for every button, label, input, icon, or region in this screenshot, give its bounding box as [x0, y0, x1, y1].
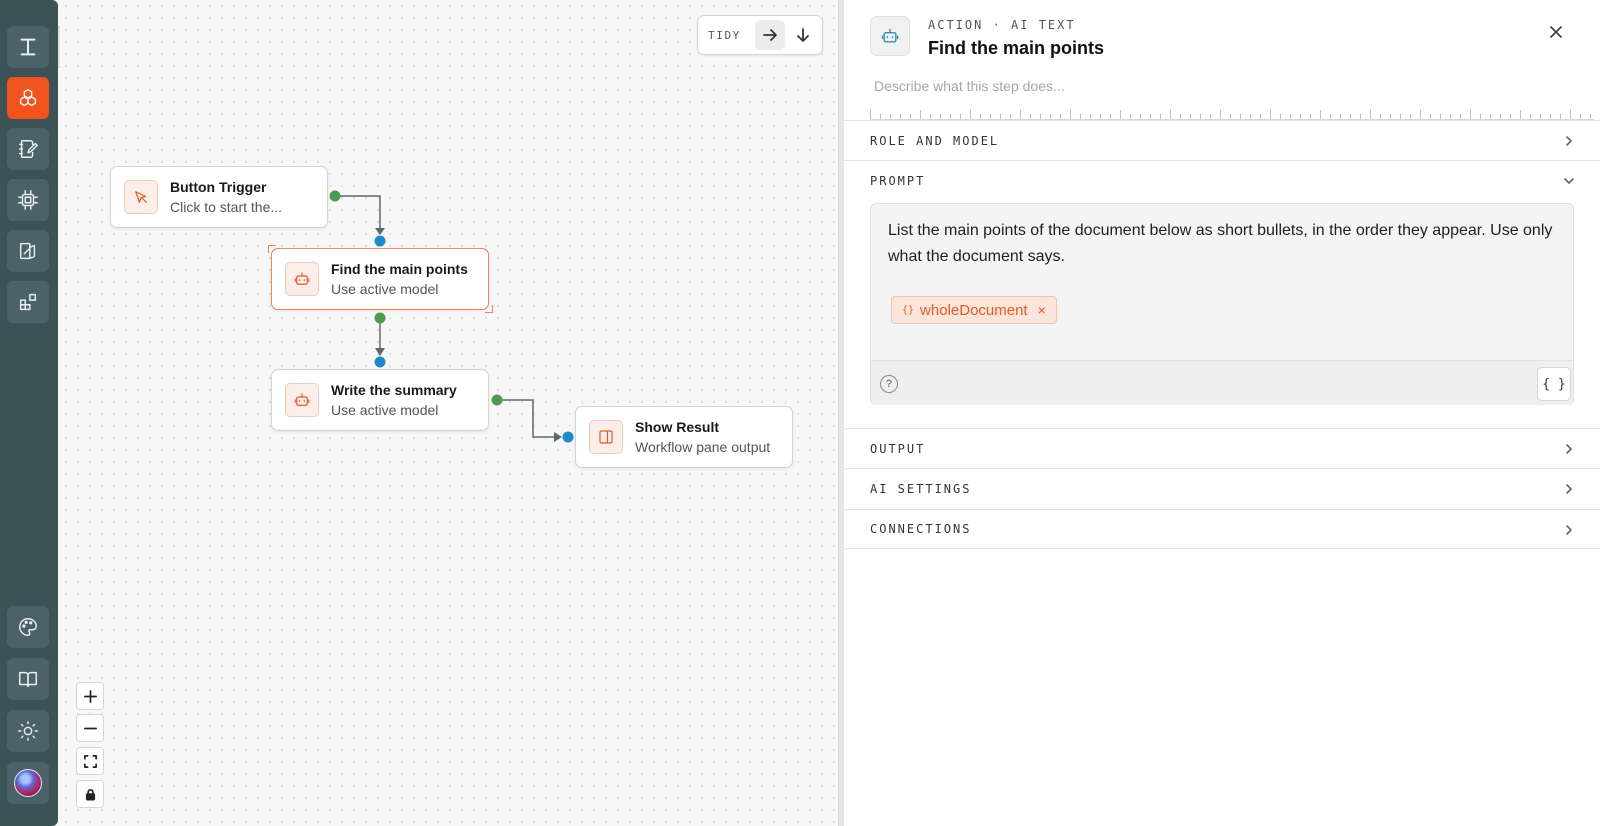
step-type-label: ACTION · AI TEXT [928, 18, 1076, 32]
robot-icon [294, 393, 310, 406]
minus-icon [83, 727, 97, 729]
selection-corner-bottom-right [485, 305, 493, 313]
extensions-blocks-icon [19, 293, 37, 311]
rail-notebook-button[interactable] [7, 128, 49, 170]
ruler-decoration [870, 110, 1594, 120]
node-write-summary[interactable]: Write the summary Use active model [271, 369, 489, 431]
robot-icon [881, 28, 899, 43]
variable-chip[interactable]: {} wholeDocument × [891, 296, 1057, 324]
step-details-panel: ACTION · AI TEXT Find the main points RO… [844, 0, 1600, 826]
text-cursor-logo-icon [20, 38, 36, 56]
robot-icon [294, 272, 310, 285]
workflow-app: TIDY Button Trigger Click to start the..… [0, 0, 1600, 826]
node-find-main-points[interactable]: Find the main points Use active model [271, 248, 489, 310]
section-prompt[interactable]: PROMPT [844, 160, 1600, 200]
step-description-input[interactable] [874, 75, 1554, 97]
tidy-vertical-button[interactable] [788, 20, 818, 50]
app-logo-button[interactable] [7, 26, 49, 68]
chevron-right-icon [1562, 442, 1576, 456]
side-panel-icon [599, 430, 613, 444]
user-avatar-button[interactable] [7, 762, 49, 804]
cpu-chip-icon [18, 190, 38, 210]
section-label: PROMPT [870, 173, 926, 188]
node-icon [285, 262, 319, 296]
rail-chip-button[interactable] [7, 179, 49, 221]
tidy-toolbar: TIDY [697, 15, 823, 55]
braces-icon: {} [902, 304, 915, 316]
rail-workflows-button[interactable] [7, 77, 49, 119]
notebook-pen-icon [19, 140, 38, 158]
node-subtitle: Use active model [331, 281, 439, 297]
rail-brightness-button[interactable] [7, 710, 49, 752]
section-label: AI SETTINGS [870, 481, 972, 496]
section-label: OUTPUT [870, 441, 926, 456]
chevron-right-icon [1562, 482, 1576, 496]
zoom-in-button[interactable] [76, 682, 104, 710]
lock-canvas-button[interactable] [76, 780, 104, 808]
step-title[interactable]: Find the main points [928, 38, 1104, 59]
node-title: Write the summary [331, 382, 457, 398]
section-label: CONNECTIONS [870, 522, 972, 536]
node-button-trigger[interactable]: Button Trigger Click to start the... [110, 166, 328, 228]
rail-theme-button[interactable] [7, 606, 49, 648]
close-panel-button[interactable] [1544, 20, 1568, 44]
node-icon [124, 180, 158, 214]
tidy-label: TIDY [708, 28, 741, 42]
open-book-icon [19, 671, 37, 688]
node-subtitle: Click to start the... [170, 199, 283, 215]
arrow-down-icon [797, 28, 809, 42]
arrow-right-icon [763, 29, 777, 41]
cubes-icon [19, 89, 37, 107]
chevron-right-icon [1562, 134, 1576, 148]
node-title: Find the main points [331, 261, 468, 277]
section-label: ROLE AND MODEL [870, 133, 1000, 148]
rail-docs-button[interactable] [7, 658, 49, 700]
insert-variable-button[interactable]: { } [1537, 367, 1571, 401]
section-output[interactable]: OUTPUT [844, 428, 1600, 468]
node-icon [285, 383, 319, 417]
remove-variable-button[interactable]: × [1038, 302, 1046, 318]
node-title: Show Result [635, 419, 720, 435]
avatar [14, 769, 42, 797]
rail-extensions-button[interactable] [7, 281, 49, 323]
rail-library-button[interactable] [7, 230, 49, 272]
node-subtitle: Use active model [331, 402, 439, 418]
node-title: Button Trigger [170, 179, 267, 195]
node-icon [589, 420, 623, 454]
node-show-result[interactable]: Show Result Workflow pane output [575, 406, 793, 468]
fit-view-icon [83, 754, 97, 768]
variable-chip-label: wholeDocument [920, 301, 1028, 319]
selection-corner-top-left [268, 245, 276, 253]
prompt-editor[interactable]: List the main points of the document bel… [870, 203, 1574, 405]
prompt-text[interactable]: List the main points of the document bel… [888, 218, 1556, 270]
fit-view-button[interactable] [76, 747, 104, 775]
section-connections[interactable]: CONNECTIONS [844, 509, 1600, 549]
step-type-icon-box [870, 16, 910, 56]
chevron-right-icon [1562, 523, 1576, 537]
node-subtitle: Workflow pane output [635, 439, 771, 455]
palette-icon [19, 618, 37, 636]
pointer-cursor-icon [135, 191, 147, 203]
lock-icon [85, 788, 95, 800]
tidy-horizontal-button[interactable] [755, 20, 785, 50]
left-rail [0, 0, 58, 826]
plus-icon [83, 689, 97, 703]
sun-icon [18, 721, 38, 741]
section-ai-settings[interactable]: AI SETTINGS [844, 468, 1600, 508]
prompt-footer: ? { } [871, 360, 1573, 405]
book-pen-icon [19, 242, 36, 260]
help-icon[interactable]: ? [880, 375, 898, 393]
section-role-and-model[interactable]: ROLE AND MODEL [844, 120, 1600, 160]
close-icon [1550, 26, 1562, 38]
zoom-out-button[interactable] [76, 714, 104, 742]
chevron-down-icon [1562, 174, 1576, 188]
